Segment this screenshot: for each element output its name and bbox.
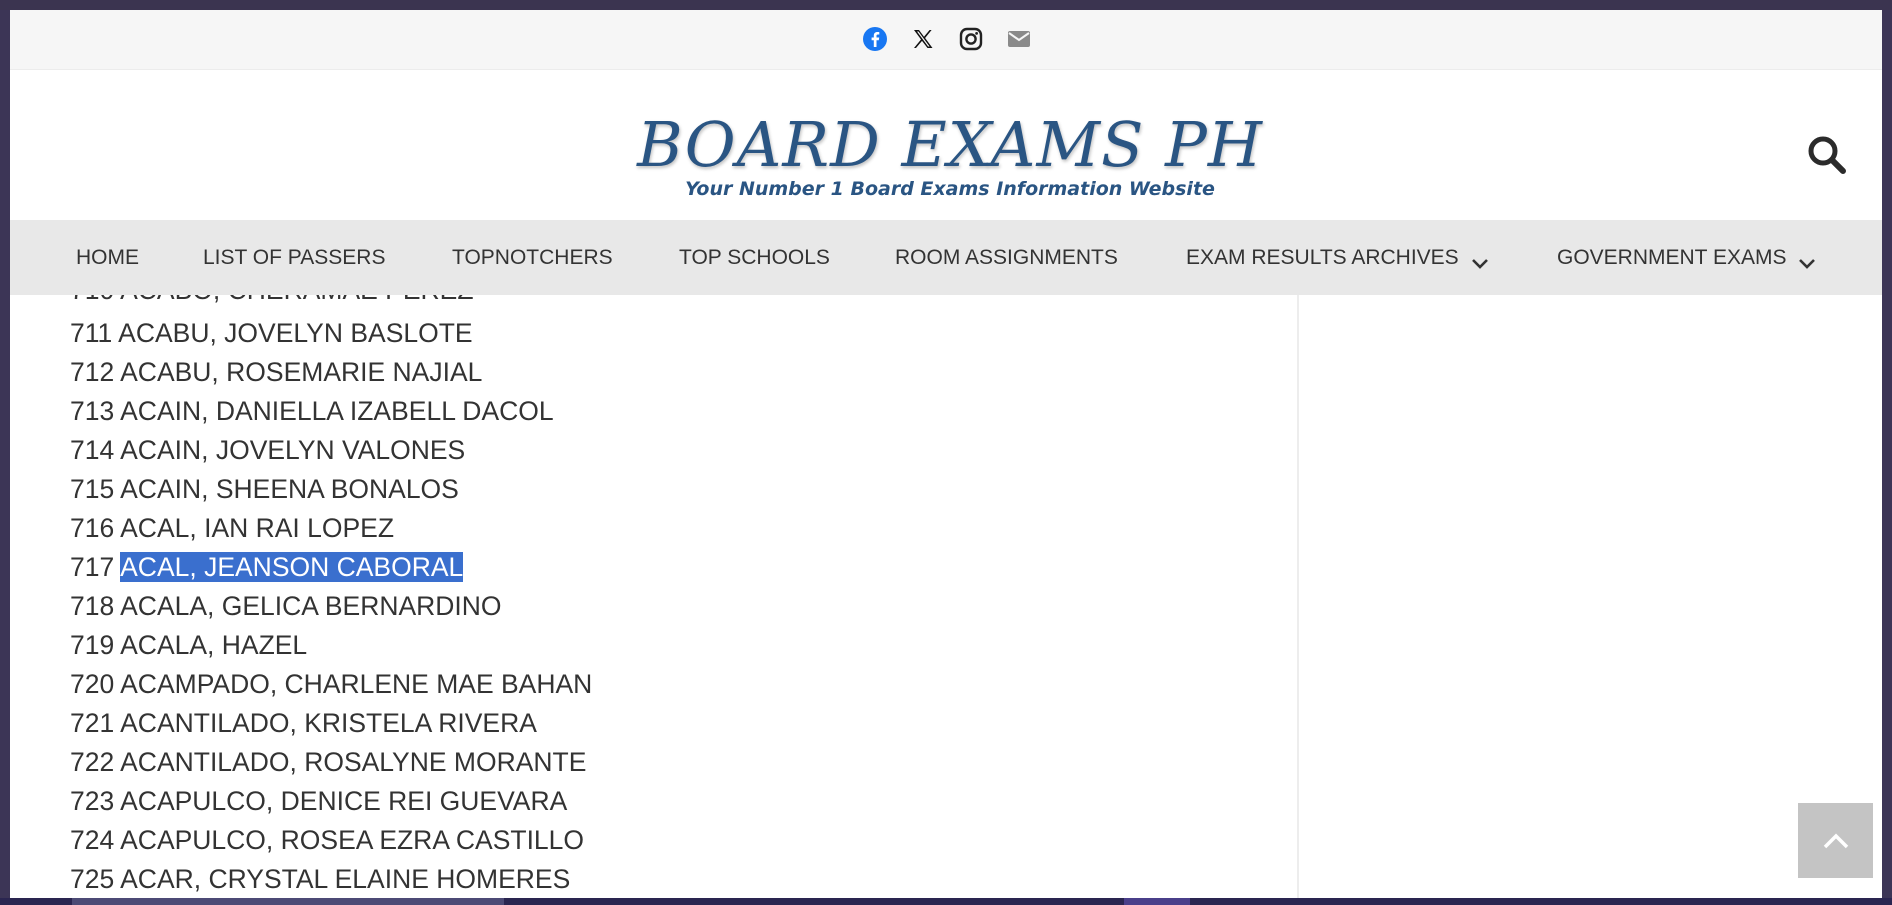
passer-number: 715 [70,474,115,504]
site-logo-title[interactable]: BOARD EXAMS PH [10,110,1882,180]
passer-name: ACAPULCO, DENICE REI GUEVARA [120,786,568,816]
list-item: 720 ACAMPADO, CHARLENE MAE BAHAN [70,668,592,700]
x-icon[interactable] [910,26,936,52]
list-item: 711 ACABU, JOVELYN BASLOTE [70,317,473,349]
list-item: 718 ACALA, GELICA BERNARDINO [70,590,502,622]
passer-name: ACALA, HAZEL [120,630,308,660]
selected-passer-name[interactable]: ACAL, JEANSON CABORAL [120,552,464,582]
list-item: 712 ACABU, ROSEMARIE NAJIAL [70,356,482,388]
list-item: 714 ACAIN, JOVELYN VALONES [70,434,465,466]
list-item: 721 ACANTILADO, KRISTELA RIVERA [70,707,537,739]
back-to-top-button[interactable] [1798,803,1873,878]
facebook-icon[interactable] [862,26,888,52]
list-item: 723 ACAPULCO, DENICE REI GUEVARA [70,785,567,817]
list-item-partial: 710 ACABO, CHERAMAE PEREZ [70,295,474,306]
list-item: 716 ACAL, IAN RAI LOPEZ [70,512,394,544]
nav-item-label: TOP SCHOOLS [679,245,830,269]
nav-item-government-exams[interactable]: GOVERNMENT EXAMS [1557,220,1816,295]
nav-item-room-assignments[interactable]: ROOM ASSIGNMENTS [895,220,1118,295]
nav-item-label: ROOM ASSIGNMENTS [895,245,1118,269]
list-item-selected: 717 ACAL, JEANSON CABORAL [70,551,464,583]
nav-item-label: GOVERNMENT EXAMS [1557,245,1787,269]
nav-item-top-schools[interactable]: TOP SCHOOLS [679,220,830,295]
passer-number: 718 [70,591,115,621]
sidebar-divider [1297,295,1299,898]
passer-number: 716 [70,513,115,543]
nav-item-home[interactable]: HOME [76,220,139,295]
passer-number: 719 [70,630,115,660]
passer-name: ACABU, JOVELYN BASLOTE [118,318,473,348]
passer-number: 724 [70,825,115,855]
passer-name: ACABU, ROSEMARIE NAJIAL [120,357,483,387]
passer-name: ACALA, GELICA BERNARDINO [120,591,502,621]
passer-number: 717 [70,552,115,582]
nav-item-label: LIST OF PASSERS [203,245,386,269]
list-item: 719 ACALA, HAZEL [70,629,307,661]
passer-name: ACAIN, SHEENA BONALOS [120,474,459,504]
window-top-strip [0,0,1892,10]
nav-item-label: EXAM RESULTS ARCHIVES [1186,245,1459,269]
list-item: 715 ACAIN, SHEENA BONALOS [70,473,459,505]
passers-list: 710 ACABO, CHERAMAE PEREZ 711 ACABU, JOV… [10,295,1297,898]
site-logo-subtitle: Your Number 1 Board Exams Information We… [685,178,1215,200]
search-button[interactable] [1805,133,1849,177]
passer-number: 711 [70,318,113,348]
passer-number: 722 [70,747,115,777]
nav-item-exam-results-archives[interactable]: EXAM RESULTS ARCHIVES [1186,220,1489,295]
passer-number: 723 [70,786,115,816]
site-header: BOARD EXAMS PH Your Number 1 Board Exams… [10,70,1882,220]
mail-icon[interactable] [1006,26,1032,52]
nav-item-list-of-passers[interactable]: LIST OF PASSERS [203,220,385,295]
passer-number: 721 [70,708,115,738]
bottom-bar-segment [1124,898,1190,905]
passer-number: 713 [70,396,115,426]
main-nav: HOME LIST OF PASSERS TOPNOTCHERS TOP SCH… [10,220,1882,295]
bottom-bar-segment [72,898,504,905]
passer-name: ACAL, IAN RAI LOPEZ [120,513,395,543]
passer-number: 725 [70,864,115,894]
social-bar [10,10,1882,70]
chevron-up-icon [1823,833,1848,848]
chevron-down-icon [1798,252,1816,269]
passer-number: 720 [70,669,115,699]
instagram-icon[interactable] [958,26,984,52]
search-icon [1808,136,1846,174]
chevron-down-icon [1471,252,1489,269]
passer-number: 712 [70,357,115,387]
passer-name: ACAR, CRYSTAL ELAINE HOMERES [120,864,571,894]
passer-name: ACAPULCO, ROSEA EZRA CASTILLO [120,825,585,855]
passer-name: ACAIN, JOVELYN VALONES [120,435,466,465]
passer-name: ACANTILADO, ROSALYNE MORANTE [120,747,587,777]
list-item: 722 ACANTILADO, ROSALYNE MORANTE [70,746,586,778]
bottom-bar [0,898,1892,905]
passer-number: 714 [70,435,115,465]
list-item: 725 ACAR, CRYSTAL ELAINE HOMERES [70,863,570,895]
social-icons [862,26,1032,52]
passer-name: ACAMPADO, CHARLENE MAE BAHAN [120,669,593,699]
nav-item-label: TOPNOTCHERS [452,245,613,269]
list-item: 724 ACAPULCO, ROSEA EZRA CASTILLO [70,824,584,856]
nav-item-topnotchers[interactable]: TOPNOTCHERS [452,220,613,295]
page: BOARD EXAMS PH Your Number 1 Board Exams… [10,10,1882,898]
passer-name: ACANTILADO, KRISTELA RIVERA [120,708,537,738]
passer-name: ACAIN, DANIELLA IZABELL DACOL [120,396,554,426]
nav-item-label: HOME [76,245,139,269]
list-item: 713 ACAIN, DANIELLA IZABELL DACOL [70,395,554,427]
